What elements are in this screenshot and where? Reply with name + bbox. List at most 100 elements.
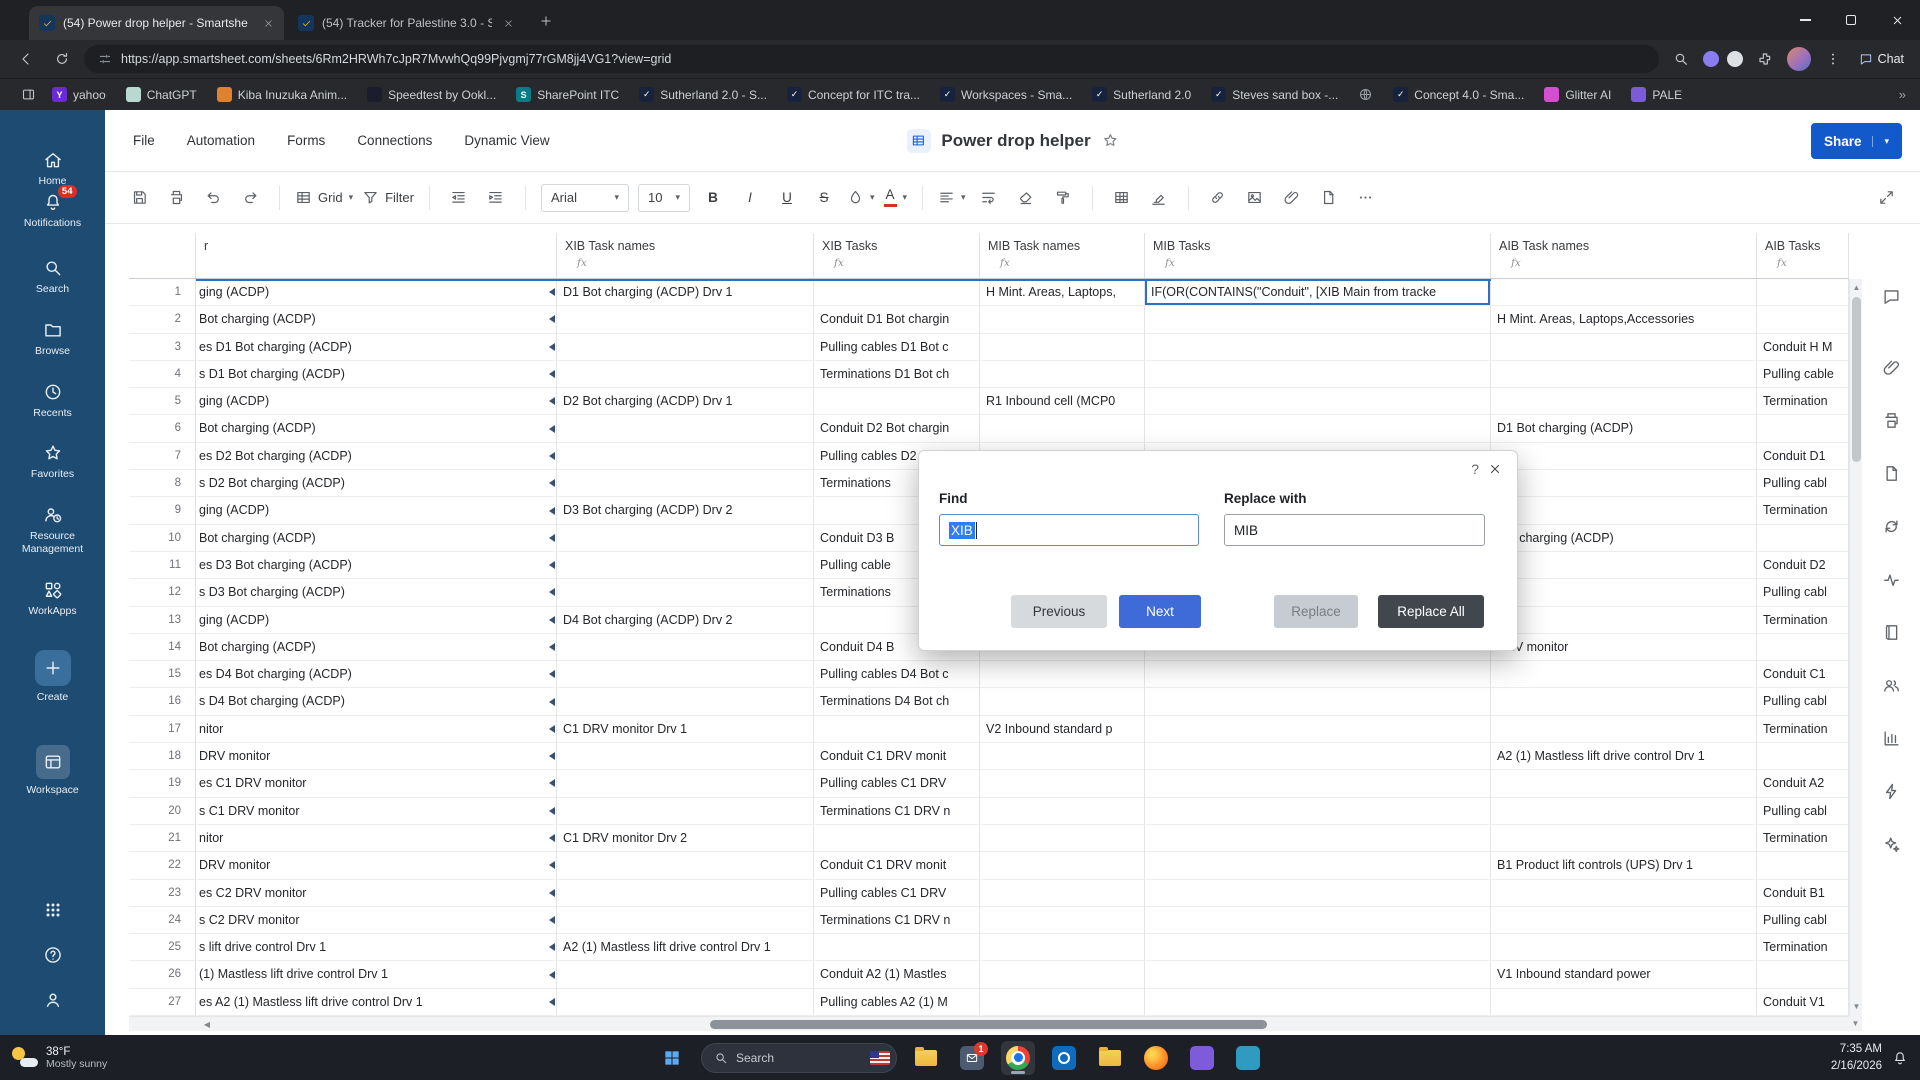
chrome-button[interactable] <box>1001 1040 1035 1075</box>
cell-r5-c2[interactable]: D2 Bot charging (ACDP) Drv 1 <box>557 388 814 416</box>
cell-r1-c6[interactable] <box>1491 279 1757 307</box>
bookmark-item[interactable]: Yyahoo <box>52 87 106 102</box>
cell-r24-c1[interactable]: s C2 DRV monitor <box>196 906 557 935</box>
bookmark-item[interactable]: Glitter AI <box>1544 87 1611 102</box>
cell-r3-c5[interactable] <box>1145 333 1491 361</box>
extension-icon[interactable] <box>1726 51 1743 67</box>
cell-r22-c7[interactable] <box>1757 852 1849 880</box>
cell-r18-c3[interactable]: Conduit C1 DRV monit <box>814 743 980 771</box>
cell-r24-c6[interactable] <box>1491 906 1757 935</box>
cell-r10-c6[interactable]: Bot charging (ACDP) <box>1491 524 1757 552</box>
bookmark-item[interactable]: Kiba Inuzuka Anim... <box>216 87 347 102</box>
row-number[interactable]: 1 <box>129 279 196 307</box>
column-header-3[interactable]: MIB Task names fx <box>980 233 1145 278</box>
side-panel-button[interactable] <box>14 81 42 109</box>
bookmarks-overflow-button[interactable]: » <box>1899 87 1906 102</box>
cell-r23-c7[interactable]: Conduit B1 <box>1757 879 1849 907</box>
cell-r27-c5[interactable] <box>1145 988 1491 1016</box>
cell-r18-c1[interactable]: DRV monitor <box>196 743 557 771</box>
menu-dynamic-view[interactable]: Dynamic View <box>464 133 549 148</box>
cell-r15-c1[interactable]: es D4 Bot charging (ACDP) <box>196 661 557 689</box>
row-number[interactable]: 13 <box>129 606 196 634</box>
italic-button[interactable]: I <box>736 184 764 212</box>
mail-app-button[interactable]: 1 <box>955 1041 989 1075</box>
folder-button[interactable] <box>1093 1041 1127 1075</box>
cell-r16-c5[interactable] <box>1145 688 1491 716</box>
sidebar-item-resource-management[interactable]: Resource Management <box>0 505 105 555</box>
replace-button[interactable]: Replace <box>1274 595 1358 628</box>
row-number[interactable]: 21 <box>129 824 196 853</box>
bookmark-item[interactable]: S SharePoint ITC <box>516 87 619 102</box>
cell-r2-c2[interactable] <box>557 306 814 334</box>
save-button[interactable] <box>125 184 153 212</box>
cell-r25-c3[interactable] <box>814 934 980 962</box>
link-button[interactable] <box>1204 184 1232 212</box>
cell-r27-c6[interactable] <box>1491 988 1757 1016</box>
bookmark-item[interactable] <box>1358 87 1373 102</box>
cell-r2-c3[interactable]: Conduit D1 Bot chargin <box>814 306 980 334</box>
cell-r6-c2[interactable] <box>557 415 814 443</box>
row-number[interactable]: 19 <box>129 770 196 798</box>
new-tab-button[interactable] <box>534 9 558 33</box>
cell-r20-c2[interactable] <box>557 797 814 825</box>
cell-r11-c1[interactable]: es D3 Bot charging (ACDP) <box>196 551 557 580</box>
cell-r23-c6[interactable] <box>1491 879 1757 907</box>
start-button[interactable] <box>655 1041 689 1075</box>
cell-r18-c2[interactable] <box>557 743 814 771</box>
cell-r15-c5[interactable] <box>1145 661 1491 689</box>
cell-r10-c2[interactable] <box>557 524 814 552</box>
cell-r20-c1[interactable]: s C1 DRV monitor <box>196 797 557 825</box>
cell-r17-c4[interactable]: V2 Inbound standard p <box>980 715 1145 744</box>
cell-r21-c5[interactable] <box>1145 824 1491 853</box>
cell-r7-c7[interactable]: Conduit D1 <box>1757 442 1849 471</box>
cell-r25-c2[interactable]: A2 (1) Mastless lift drive control Drv 1 <box>557 934 814 962</box>
cell-r21-c7[interactable]: Termination <box>1757 824 1849 853</box>
cell-r18-c7[interactable] <box>1757 743 1849 771</box>
cell-r24-c4[interactable] <box>980 906 1145 935</box>
column-header-5[interactable]: AIB Task names fx <box>1491 233 1757 278</box>
cell-r7-c1[interactable]: es D2 Bot charging (ACDP) <box>196 442 557 471</box>
row-number[interactable]: 23 <box>129 879 196 907</box>
tab-close-button[interactable] <box>260 15 276 31</box>
row-number[interactable]: 16 <box>129 688 196 716</box>
cell-r12-c2[interactable] <box>557 579 814 607</box>
menu-connections[interactable]: Connections <box>357 133 432 148</box>
weather-widget[interactable]: 38°F Mostly sunny <box>10 1035 107 1080</box>
more-button[interactable] <box>1352 184 1380 212</box>
cell-r27-c4[interactable] <box>980 988 1145 1016</box>
undo-button[interactable] <box>199 184 227 212</box>
cell-r23-c2[interactable] <box>557 879 814 907</box>
cell-r19-c2[interactable] <box>557 770 814 798</box>
reload-button[interactable] <box>48 45 76 73</box>
bold-button[interactable]: B <box>699 184 727 212</box>
row-number[interactable]: 15 <box>129 661 196 689</box>
row-number[interactable]: 24 <box>129 906 196 935</box>
cell-r22-c1[interactable]: DRV monitor <box>196 852 557 880</box>
update-requests-button[interactable] <box>1879 514 1903 538</box>
bookmark-item[interactable]: ✓ Concept 4.0 - Sma... <box>1393 87 1524 102</box>
comments-button[interactable] <box>1879 284 1903 308</box>
scroll-left-icon[interactable]: ◀ <box>199 1017 215 1032</box>
bookmark-item[interactable]: PALE <box>1631 87 1682 102</box>
cell-r19-c7[interactable]: Conduit A2 <box>1757 770 1849 798</box>
cell-r6-c6[interactable]: D1 Bot charging (ACDP) <box>1491 415 1757 443</box>
cell-r26-c1[interactable]: (1) Mastless lift drive control Drv 1 <box>196 961 557 989</box>
underline-button[interactable]: U <box>773 184 801 212</box>
cell-r21-c1[interactable]: nitor <box>196 824 557 853</box>
cell-r9-c1[interactable]: ging (ACDP) <box>196 497 557 525</box>
cell-r6-c5[interactable] <box>1145 415 1491 443</box>
extension-icon[interactable] <box>1702 51 1719 67</box>
column-header-6[interactable]: AIB Tasks fx <box>1757 233 1849 278</box>
cell-r8-c7[interactable]: Pulling cabl <box>1757 470 1849 498</box>
summary-button[interactable] <box>1879 620 1903 644</box>
column-header-1[interactable]: XIB Task names fx <box>557 233 814 278</box>
previous-button[interactable]: Previous <box>1011 595 1107 628</box>
sidebar-item-workspace[interactable]: Workspace <box>0 745 105 797</box>
sidebar-account-button[interactable] <box>0 990 105 1010</box>
wrap-text-button[interactable] <box>975 184 1003 212</box>
cell-r17-c3[interactable] <box>814 715 980 744</box>
cell-r11-c7[interactable]: Conduit D2 <box>1757 551 1849 580</box>
cell-r25-c7[interactable]: Termination <box>1757 934 1849 962</box>
print-button[interactable] <box>1879 408 1903 432</box>
cell-r12-c1[interactable]: s D3 Bot charging (ACDP) <box>196 579 557 607</box>
